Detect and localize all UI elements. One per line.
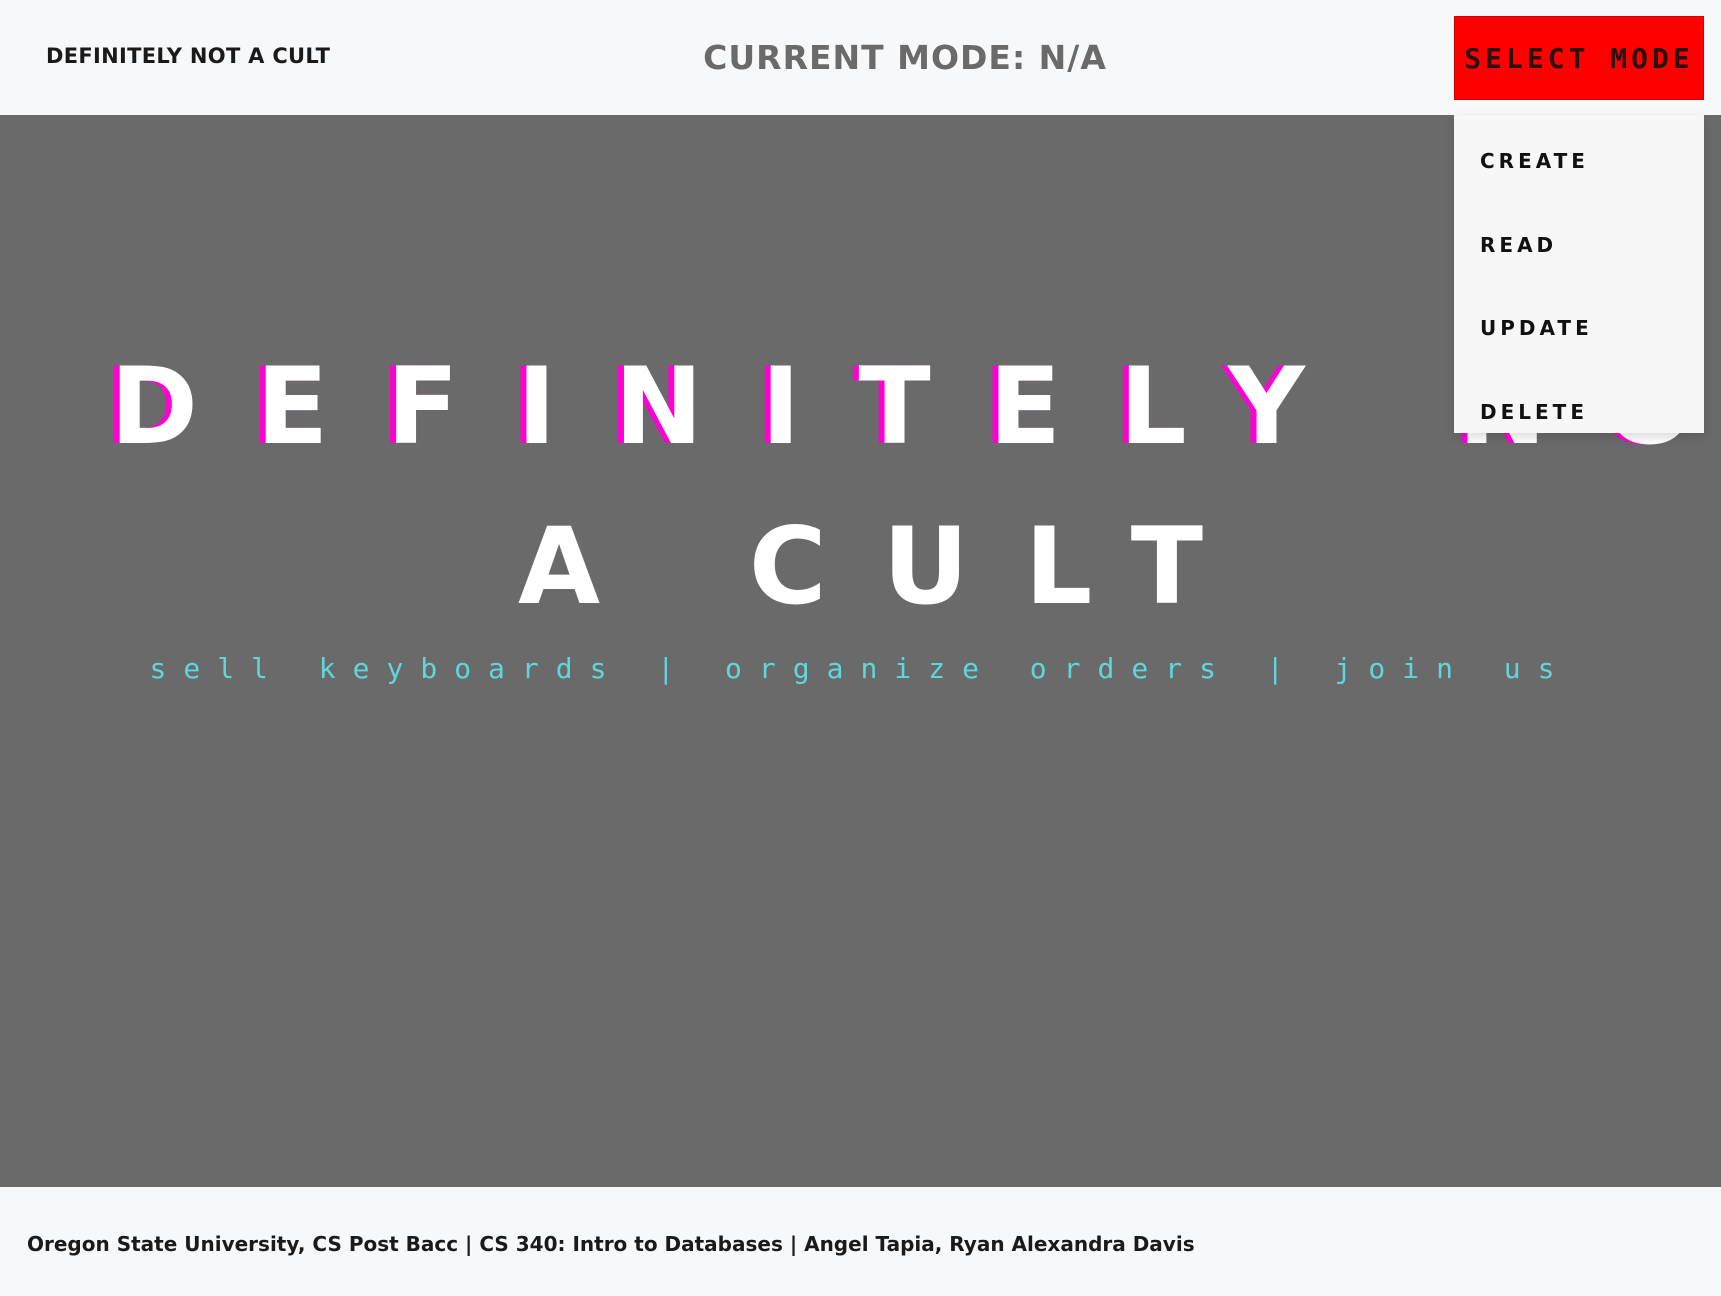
dropdown-item-update[interactable]: UPDATE bbox=[1480, 316, 1593, 340]
dropdown-item-create[interactable]: CREATE bbox=[1480, 149, 1589, 173]
dropdown-item-read[interactable]: READ bbox=[1480, 233, 1557, 257]
mode-dropdown-menu: CREATE READ UPDATE DELETE bbox=[1454, 115, 1704, 433]
header: DEFINITELY NOT A CULT CURRENT MODE: N/A … bbox=[0, 0, 1721, 115]
select-mode-button[interactable]: SELECT MODE bbox=[1454, 16, 1704, 100]
dropdown-item-delete[interactable]: DELETE bbox=[1480, 400, 1588, 424]
footer-credits: Oregon State University, CS Post Bacc | … bbox=[27, 1232, 1195, 1256]
footer: Oregon State University, CS Post Bacc | … bbox=[0, 1187, 1721, 1296]
page: DEFINITELY NOT A CULT CURRENT MODE: N/A … bbox=[0, 0, 1721, 1296]
hero-tagline: sell keyboards | organize orders | join … bbox=[149, 652, 1572, 685]
hero-title-line-2: A CULT bbox=[517, 505, 1260, 628]
